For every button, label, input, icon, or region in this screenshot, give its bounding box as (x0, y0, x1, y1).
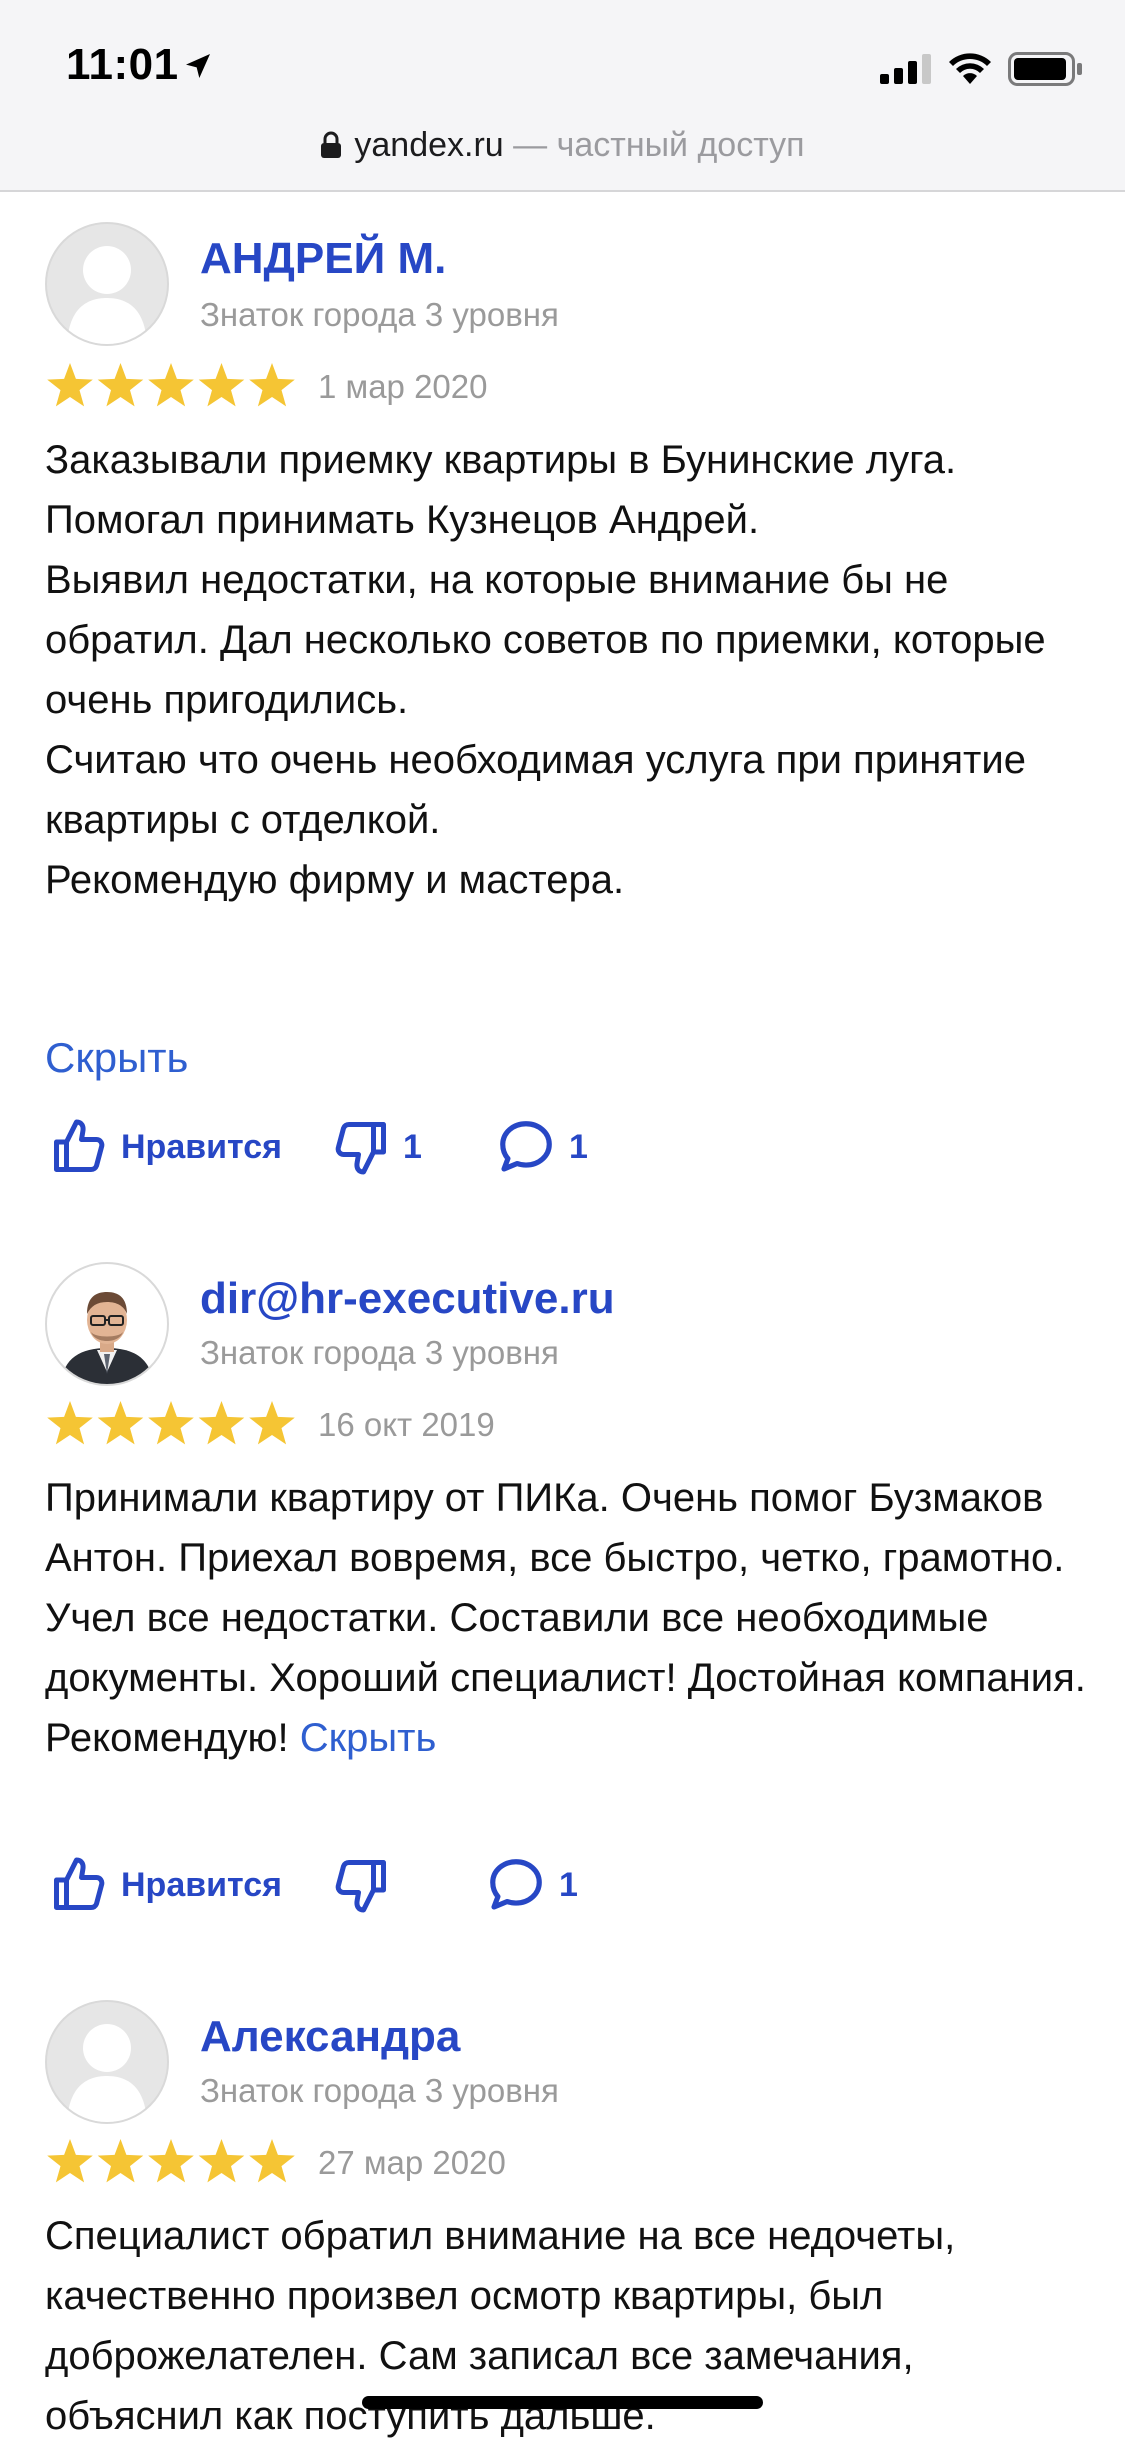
star-icon (97, 2139, 144, 2183)
private-mode-label: частный доступ (556, 126, 805, 164)
rating-stars (47, 363, 295, 407)
star-icon (198, 363, 245, 407)
wifi-icon (949, 53, 991, 84)
review-date: 27 мар 2020 (318, 2144, 506, 2181)
address-bar[interactable]: yandex.ru — частный доступ (0, 118, 1125, 192)
author-level: Знаток города 3 уровня (200, 296, 559, 333)
review-line: Помогал принимать Кузнецов Андрей. (45, 498, 760, 542)
url-separator: — (503, 126, 557, 164)
star-icon (249, 363, 295, 407)
review-date: 1 мар 2020 (318, 368, 488, 405)
author-level: Знаток города 3 уровня (200, 2072, 559, 2109)
thumbs-down-icon (335, 1860, 386, 1913)
user-photo (61, 1292, 153, 1384)
hide-review-link[interactable]: Скрыть (45, 1034, 188, 1082)
comment-button[interactable]: 1 (495, 1112, 588, 1182)
comment-bubble-icon (490, 1859, 542, 1910)
cellular-signal-icon (880, 54, 931, 84)
review-actions: Нравится 1 1 (45, 1112, 1045, 1182)
star-icon (249, 2139, 295, 2183)
lock-icon (321, 131, 342, 158)
comment-count: 1 (569, 1127, 588, 1166)
star-icon (198, 1401, 245, 1445)
review-line: Выявил недостатки, на которые внимание б… (45, 558, 1046, 722)
star-icon (148, 363, 194, 407)
comment-button[interactable]: 1 (485, 1850, 578, 1920)
review-text: Заказывали приемку квартиры в Бунинские … (45, 430, 1095, 910)
like-button[interactable]: Нравится (49, 1112, 282, 1182)
review-line: Рекомендую фирму и мастера. (45, 858, 625, 902)
star-icon (97, 363, 144, 407)
avatar[interactable] (45, 1262, 169, 1386)
review-author[interactable]: dir@hr-executive.ru (200, 1274, 615, 1324)
review-author[interactable]: Александра (200, 2012, 460, 2062)
star-icon (47, 363, 93, 407)
location-arrow-icon (186, 54, 210, 78)
url-host: yandex.ru (354, 126, 504, 164)
like-button[interactable]: Нравится (49, 1850, 282, 1920)
dislike-button[interactable]: 1 (331, 1112, 422, 1182)
star-icon (47, 2139, 93, 2183)
status-time: 11:01 (66, 40, 179, 89)
review-date: 16 окт 2019 (318, 1406, 495, 1443)
review-actions: Нравится 1 (45, 1850, 1045, 1920)
status-bar: 11:01 (0, 0, 1125, 120)
avatar[interactable] (45, 222, 169, 346)
like-label: Нравится (121, 1127, 282, 1166)
thumbs-down-icon (335, 1122, 386, 1175)
star-icon (97, 1401, 144, 1445)
default-user-icon (67, 246, 147, 344)
review-line: Считаю что очень необходимая услуга при … (45, 738, 1026, 842)
star-icon (198, 2139, 245, 2183)
battery-icon (1008, 52, 1082, 86)
dislike-button[interactable] (331, 1850, 403, 1920)
like-label: Нравится (121, 1865, 282, 1904)
review-text: Специалист обратил внимание на все недоч… (45, 2206, 1095, 2446)
star-icon (249, 1401, 295, 1445)
review-line: Заказывали приемку квартиры в Бунинские … (45, 438, 957, 482)
review-text: Принимали квартиру от ПИКа. Очень помог … (45, 1468, 1095, 1768)
home-indicator[interactable] (362, 2396, 763, 2409)
rating-stars (47, 1401, 295, 1445)
review-body: Принимали квартиру от ПИКа. Очень помог … (45, 1476, 1086, 1760)
comment-bubble-icon (500, 1121, 552, 1172)
thumbs-up-icon (54, 1119, 105, 1172)
address-text[interactable]: yandex.ru — частный доступ (0, 120, 1125, 170)
thumbs-up-icon (54, 1857, 105, 1910)
hide-review-link[interactable]: Скрыть (300, 1716, 437, 1760)
star-icon (148, 2139, 194, 2183)
comment-count: 1 (559, 1865, 578, 1904)
review-author[interactable]: АНДРЕЙ М. (200, 234, 446, 284)
avatar[interactable] (45, 2000, 169, 2124)
star-icon (47, 1401, 93, 1445)
default-user-icon (67, 2024, 147, 2122)
rating-stars (47, 2139, 295, 2183)
dislike-count: 1 (403, 1127, 422, 1166)
author-level: Знаток города 3 уровня (200, 1334, 559, 1371)
star-icon (148, 1401, 194, 1445)
